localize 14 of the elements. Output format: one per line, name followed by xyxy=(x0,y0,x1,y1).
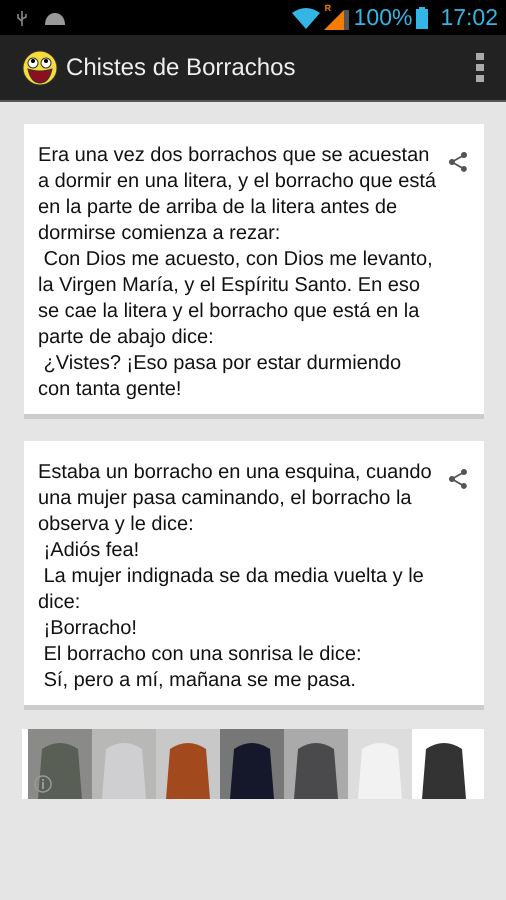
share-icon[interactable] xyxy=(446,150,470,174)
overflow-menu-icon[interactable] xyxy=(476,52,484,82)
wifi-icon xyxy=(292,6,320,28)
battery-percentage: 100% xyxy=(354,3,412,32)
smiley-icon xyxy=(22,50,58,86)
battery-icon xyxy=(416,6,428,28)
share-icon[interactable] xyxy=(446,467,470,491)
signal-icon xyxy=(324,10,350,30)
roaming-indicator: R xyxy=(324,2,332,14)
joke-text: Estaba un borracho en una esquina, cuando una mujer pasa caminando, el borracho la observa y le dice: ¡Adiós fea! La mujer indignada se da media vuelta y le dice: ¡Borracho! El borracho con una sonrisa le dice: Sí, pero a mí, mañana se me pasa. xyxy=(38,460,433,693)
usb-icon xyxy=(16,8,28,26)
app-title: Chistes de Borrachos xyxy=(66,52,296,82)
joke-text: Era una vez dos borrachos que se acuestan a dormir en una litera, y el borracho que está en la parte de arriba de la litera antes de dormirse comienza a rezar: Con Dios me acuesto, con Dios me levanto, la Virgen María, y el Espíritu Santo. En eso se cae la litera y el borracho que está en la parte de abajo dice: ¿Vistes? ¡Eso pasa por estar durmiendo con tanta gente! xyxy=(38,143,437,402)
clock: 17:02 xyxy=(440,3,498,32)
